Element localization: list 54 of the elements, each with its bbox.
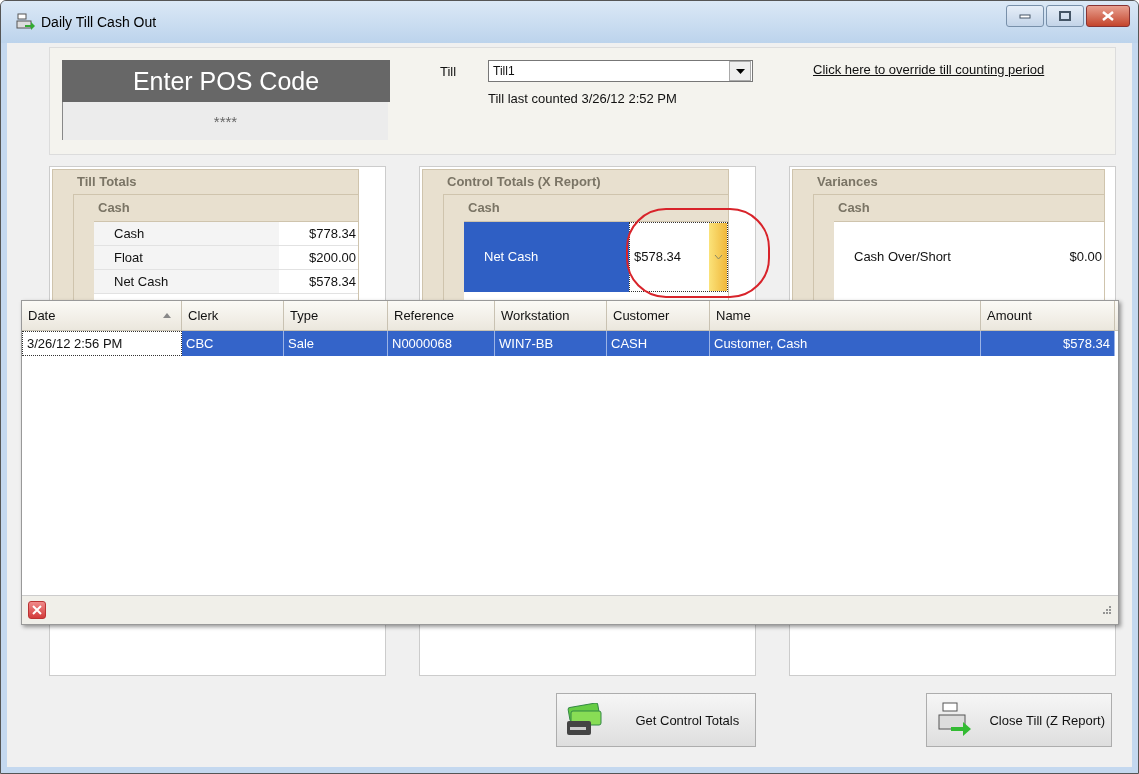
close-icon bbox=[32, 605, 42, 615]
row-label: Net Cash bbox=[94, 270, 279, 293]
table-cell: 3/26/12 2:56 PM bbox=[22, 331, 182, 356]
row-label: Cash bbox=[94, 222, 279, 245]
minimize-icon bbox=[1019, 13, 1031, 19]
row-label: Net Cash bbox=[464, 222, 629, 292]
last-counted-text: Till last counted 3/26/12 2:52 PM bbox=[488, 91, 678, 106]
dropdown-arrow-icon bbox=[735, 68, 745, 74]
close-icon bbox=[1102, 11, 1114, 21]
row-label: Float bbox=[94, 246, 279, 269]
pos-code-heading: Enter POS Code bbox=[62, 60, 390, 102]
action-button[interactable]: Get Control Totals bbox=[556, 693, 757, 747]
row-value: $200.00 bbox=[308, 249, 357, 267]
column-header[interactable]: Clerk bbox=[182, 301, 284, 330]
table-cell: WIN7-BB bbox=[495, 331, 607, 356]
column-header[interactable]: Customer bbox=[607, 301, 710, 330]
row-label: Cash Over/Short bbox=[853, 248, 952, 266]
column-header[interactable]: Date bbox=[22, 301, 182, 330]
table-cell: CASH bbox=[607, 331, 710, 356]
group-title: Cash bbox=[98, 199, 131, 217]
column-header[interactable]: Type bbox=[284, 301, 388, 330]
cash-register-icon bbox=[15, 12, 35, 32]
group-title: Cash bbox=[468, 199, 501, 217]
panel-title: Variances bbox=[817, 173, 879, 191]
table-cell: $578.34 bbox=[981, 331, 1115, 356]
column-header[interactable]: Amount bbox=[981, 301, 1115, 330]
close-button[interactable] bbox=[28, 601, 46, 619]
chevron-down-icon bbox=[713, 254, 723, 260]
row-value: $0.00 bbox=[1068, 248, 1103, 266]
pos-code-field[interactable]: **** bbox=[62, 102, 388, 140]
table-cell: CBC bbox=[182, 331, 284, 356]
maximize-button[interactable] bbox=[1046, 5, 1084, 27]
row-value: $578.34 bbox=[308, 273, 357, 291]
sort-ascending-icon bbox=[163, 313, 171, 318]
close-button[interactable] bbox=[1086, 5, 1130, 27]
till-dropdown[interactable]: Till1 bbox=[488, 60, 753, 82]
table-cell: N0000068 bbox=[388, 331, 495, 356]
maximize-icon bbox=[1059, 11, 1071, 21]
column-header[interactable]: Workstation bbox=[495, 301, 607, 330]
table-cell: Customer, Cash bbox=[710, 331, 981, 356]
amount-dropdown[interactable]: $578.34 bbox=[629, 222, 728, 292]
panel-title: Till Totals bbox=[77, 173, 138, 191]
panel-title: Control Totals (X Report) bbox=[447, 173, 602, 191]
column-header[interactable]: Name bbox=[710, 301, 981, 330]
resize-grip-icon bbox=[1102, 605, 1112, 615]
table-cell: Sale bbox=[284, 331, 388, 356]
window-title: Daily Till Cash Out bbox=[41, 14, 157, 30]
row-value: $778.34 bbox=[308, 225, 357, 243]
action-button[interactable]: Close Till (Z Report) bbox=[926, 693, 1112, 747]
minimize-button[interactable] bbox=[1006, 5, 1044, 27]
group-title: Cash bbox=[838, 199, 871, 217]
column-header[interactable]: Reference bbox=[388, 301, 495, 330]
override-link[interactable]: Click here to override till counting period bbox=[813, 62, 1045, 77]
till-label: Till bbox=[440, 63, 458, 79]
